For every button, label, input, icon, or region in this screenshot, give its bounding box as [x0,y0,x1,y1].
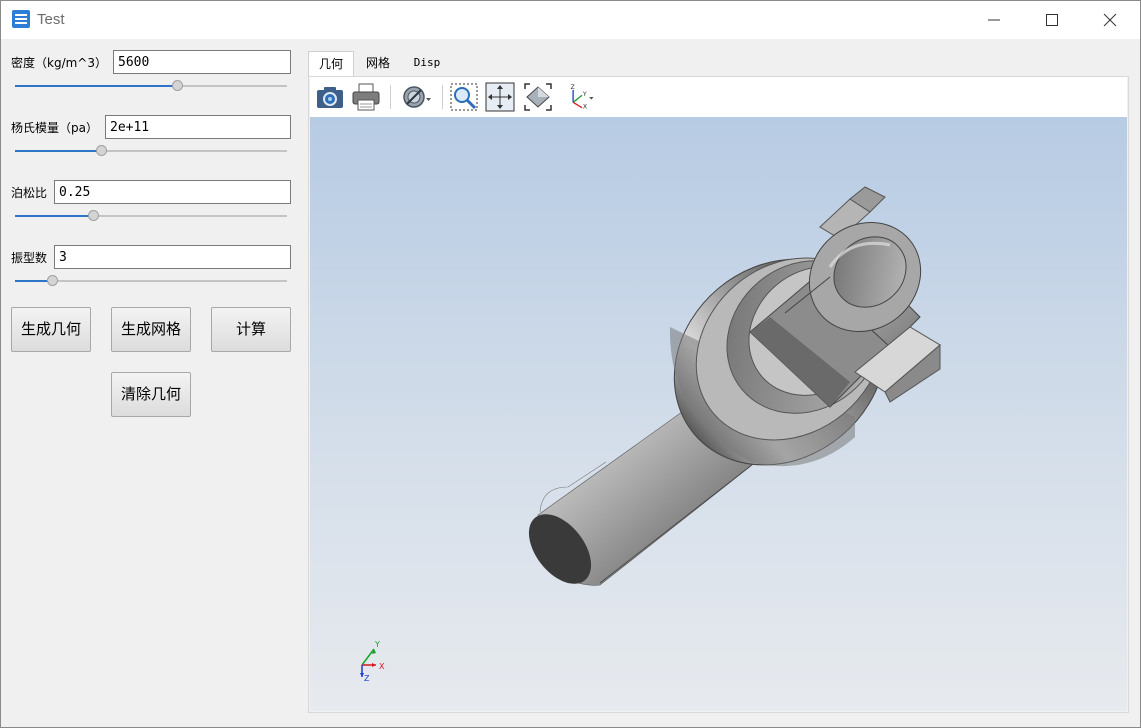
axis-z-label: Z [364,674,370,683]
axis-x-label: X [379,662,385,671]
3d-viewport[interactable]: Y X Z [310,117,1127,711]
slider-thumb[interactable] [172,80,183,91]
poisson-ratio-label: 泊松比 [11,186,48,200]
slider-thumb[interactable] [88,210,99,221]
slider-thumb[interactable] [47,275,58,286]
close-icon [1103,13,1117,27]
bolt-model [528,186,941,586]
window-title: Test [37,11,65,28]
svg-text:X: X [583,104,588,111]
youngs-modulus-slider[interactable] [15,144,287,158]
app-logo-icon [12,10,30,28]
maximize-button[interactable] [1023,1,1081,39]
section-plane-icon[interactable] [400,81,432,113]
density-label: 密度（kg/m^3） [11,56,107,70]
tab-disp[interactable]: Disp [404,51,450,77]
density-slider[interactable] [15,79,287,93]
mode-count-slider[interactable] [15,274,287,288]
fit-all-icon[interactable] [522,81,554,113]
poisson-ratio-slider[interactable] [15,209,287,223]
generate-mesh-button[interactable]: 生成网格 [111,307,191,352]
camera-icon[interactable] [314,81,346,113]
axis-triad-icon: Y X Z [360,640,385,683]
youngs-modulus-label: 杨氏模量（pa） [11,121,98,135]
print-icon[interactable] [350,81,382,113]
clear-geometry-button[interactable]: 清除几何 [111,372,191,417]
close-button[interactable] [1081,1,1139,39]
app-window: Test 密度（kg/m^3） 杨氏模量（pa） 泊松比 振型数 [0,0,1141,728]
slider-thumb[interactable] [96,145,107,156]
axis-y-label: Y [374,640,380,649]
zoom-window-icon[interactable] [448,81,480,113]
generate-geometry-button[interactable]: 生成几何 [11,307,91,352]
maximize-icon [1046,14,1058,26]
minimize-icon [988,19,1000,21]
tab-mesh[interactable]: 网格 [356,51,400,77]
minimize-button[interactable] [965,1,1023,39]
tab-geometry[interactable]: 几何 [308,51,354,77]
compute-button[interactable]: 计算 [211,307,291,352]
svg-text:Y: Y [582,91,587,98]
density-input[interactable] [113,50,291,74]
viewer-toolbar: Z Y X [310,77,1127,117]
title-bar: Test [1,1,1140,39]
youngs-modulus-input[interactable] [105,115,291,139]
mode-count-input[interactable] [54,245,291,269]
axis-orientation-icon[interactable]: Z Y X [566,81,598,113]
mode-count-label: 振型数 [11,251,48,265]
pan-icon[interactable] [484,81,516,113]
poisson-ratio-input[interactable] [54,180,291,204]
svg-text:Z: Z [570,84,574,91]
